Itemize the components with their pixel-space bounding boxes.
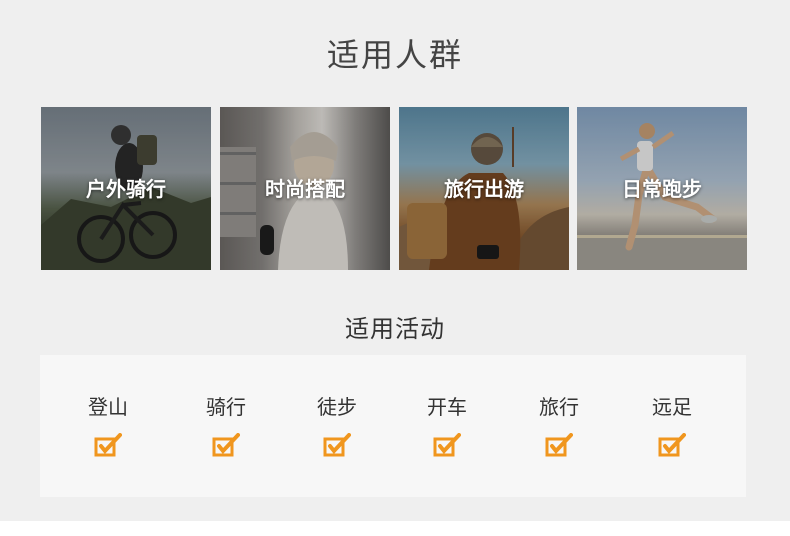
check-icon bbox=[433, 433, 461, 457]
section-title-people: 适用人群 bbox=[326, 36, 463, 74]
activity-item-hiking: 徒步 bbox=[297, 395, 377, 457]
activity-item-climbing: 登山 bbox=[68, 395, 148, 457]
tile-label: 户外骑行 bbox=[86, 177, 166, 201]
activity-item-cycling: 骑行 bbox=[186, 395, 266, 457]
activity-label: 旅行 bbox=[539, 395, 579, 419]
check-icon bbox=[94, 433, 122, 457]
activity-label: 登山 bbox=[88, 395, 128, 419]
tile-daily-running: 日常跑步 bbox=[577, 107, 747, 270]
check-icon bbox=[323, 433, 351, 457]
activity-label: 远足 bbox=[652, 395, 692, 419]
content-panel: 适用人群 户外骑行 时尚搭配 旅行出游 日常跑步 适用活动 登山 骑行 徒步 开… bbox=[0, 0, 790, 521]
section-title-activities: 适用活动 bbox=[345, 315, 445, 343]
activity-label: 徒步 bbox=[317, 395, 357, 419]
activity-label: 骑行 bbox=[206, 395, 246, 419]
tile-travel: 旅行出游 bbox=[399, 107, 569, 270]
tile-label: 日常跑步 bbox=[622, 177, 702, 201]
check-icon bbox=[545, 433, 573, 457]
activity-item-driving: 开车 bbox=[407, 395, 487, 457]
activity-item-travel: 旅行 bbox=[519, 395, 599, 457]
activity-list: 登山 骑行 徒步 开车 旅行 远足 bbox=[40, 355, 746, 497]
tile-label: 旅行出游 bbox=[444, 177, 524, 201]
tile-label: 时尚搭配 bbox=[265, 177, 345, 201]
tile-fashion: 时尚搭配 bbox=[220, 107, 390, 270]
tile-outdoor-cycling: 户外骑行 bbox=[41, 107, 211, 270]
activity-label: 开车 bbox=[427, 395, 467, 419]
activity-item-excursion: 远足 bbox=[632, 395, 712, 457]
check-icon bbox=[212, 433, 240, 457]
check-icon bbox=[658, 433, 686, 457]
